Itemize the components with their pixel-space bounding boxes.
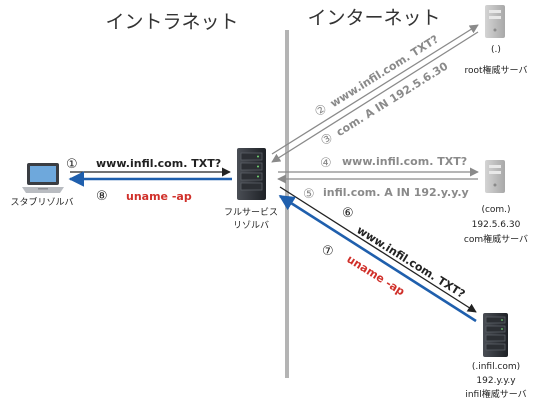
resolver-label-line2: リゾルバ [233,220,269,231]
server-tower-icon [485,160,505,193]
step-5-message: infil.com. A IN 192.y.y.y [323,186,469,199]
step-5-number: ⑤ [303,187,315,202]
step-6-number: ⑥ [342,206,354,221]
resolver-label-line1: フルサービス [224,207,278,218]
response-arrow-3 [271,31,479,163]
step-3-number: ③ [318,130,336,149]
internet-zone-label: インターネット [307,7,440,29]
infil-server-label: infil権威サーバ [465,388,526,400]
intranet-zone-label: イントラネット [105,11,238,33]
step-8-message: uname -ap [126,190,192,203]
com-server-ip: 192.5.6.30 [472,220,521,230]
step-1-number: ① [66,157,78,172]
step-6-message: www.infil.com. TXT? [354,224,467,301]
step-2-number: ② [312,101,330,120]
laptop-icon [22,163,64,193]
step-4-message: www.infil.com. TXT? [342,155,467,168]
server-rack-icon [483,313,508,357]
step-7-number: ⑦ [322,244,334,259]
com-server-label: com権威サーバ [464,233,528,245]
query-arrow-6 [279,186,477,313]
step-8-number: ⑧ [96,189,108,204]
root-zone-label: (.) [491,45,501,55]
root-server-label: root権威サーバ [465,64,528,76]
query-arrow-2 [271,24,479,155]
response-arrow-7 [278,194,477,323]
server-rack-icon [237,148,266,200]
infil-server-ip: 192.y.y.y [476,376,516,386]
server-tower-icon [485,5,505,38]
com-zone-label: (com.) [481,205,510,215]
step-1-message: www.infil.com. TXT? [96,157,221,170]
infil-zone-label: (.infil.com) [472,362,520,372]
dns-exfiltration-diagram: イントラネット インターネット スタブリゾルバ フルサービス リゾルバ (.) … [10,5,528,400]
step-4-number: ④ [320,156,332,171]
stub-resolver-label: スタブリゾルバ [10,196,73,208]
